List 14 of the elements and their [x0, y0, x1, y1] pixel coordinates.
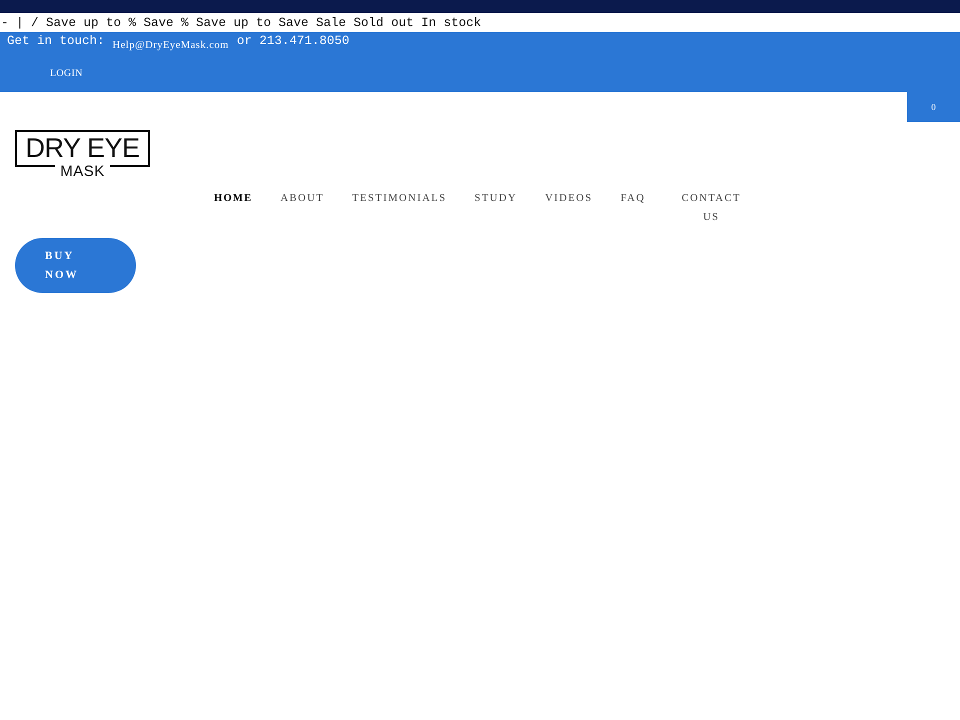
nav-link[interactable]: ABOUT — [280, 189, 324, 208]
nav-link[interactable]: VIDEOS — [545, 189, 593, 208]
nav-link[interactable]: STUDY — [474, 189, 518, 208]
contact-label: Get in touch: — [7, 34, 105, 48]
nav-link[interactable]: FAQ — [620, 189, 646, 208]
email-link[interactable]: Help@DryEyeMask.com — [112, 40, 229, 51]
login-link[interactable]: LOGIN — [50, 68, 83, 79]
cart-button[interactable]: 0 — [907, 92, 960, 122]
phone-text: or 213.471.8050 — [236, 34, 350, 48]
announcement-text: - | / Save up to % Save % Save up to Save Sale Sold out In stock — [0, 14, 482, 32]
nav-link[interactable]: TESTIMONIALS — [352, 189, 447, 208]
buy-now-button[interactable]: BUY NOW — [15, 238, 136, 293]
nav-link[interactable]: CONTACT US — [681, 189, 742, 227]
nav-link[interactable]: HOME — [214, 189, 252, 208]
